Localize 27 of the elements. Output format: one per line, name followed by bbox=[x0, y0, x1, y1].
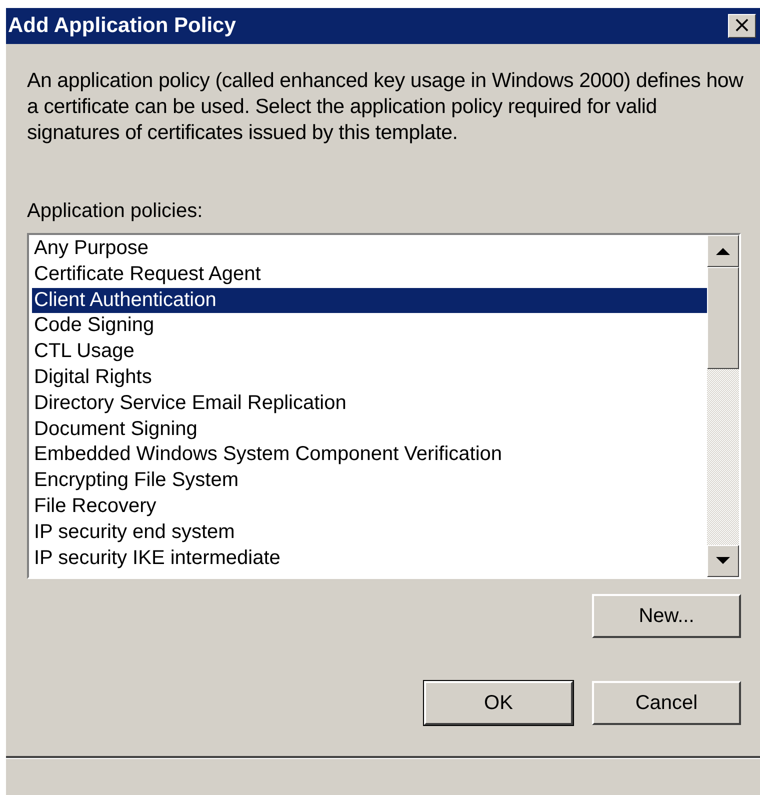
close-button[interactable]: × bbox=[728, 14, 756, 38]
up-arrow-icon bbox=[716, 247, 730, 255]
dialog-button[interactable]: OK bbox=[424, 681, 573, 725]
list-item[interactable]: IP security IKE intermediate bbox=[32, 546, 707, 572]
list-item[interactable]: Directory Service Email Replication bbox=[32, 390, 707, 417]
policy-list[interactable] bbox=[27, 233, 741, 579]
scroll-down-button[interactable] bbox=[707, 545, 739, 577]
list-item[interactable]: Client Authentication bbox=[32, 288, 707, 314]
list-item[interactable]: IP security end system bbox=[32, 520, 707, 546]
scroll-up-button[interactable] bbox=[707, 235, 739, 267]
list-item[interactable]: Digital Rights bbox=[32, 364, 707, 391]
window-title: Add Application Policy bbox=[8, 14, 236, 38]
list-item[interactable]: Document Signing bbox=[32, 416, 707, 442]
dialog-button[interactable]: Cancel bbox=[592, 681, 741, 725]
description-text: An application policy (called enhanced key usage in Windows 2000) defines how a certificate can be used. Select the application policy required for valid signatures of certificates issued by this template. bbox=[27, 68, 744, 146]
list-label: Application policies: bbox=[27, 200, 204, 223]
list-item[interactable]: File Recovery bbox=[32, 494, 707, 520]
list-item[interactable]: Embedded Windows System Component Verification bbox=[32, 442, 707, 468]
list-item[interactable]: Code Signing bbox=[32, 313, 707, 340]
list-item[interactable]: Any Purpose bbox=[32, 236, 707, 262]
new-button[interactable]: New... bbox=[592, 594, 741, 638]
list-item[interactable]: CTL Usage bbox=[32, 339, 707, 365]
down-arrow-icon bbox=[716, 557, 730, 565]
scrollbar[interactable] bbox=[707, 235, 739, 577]
scroll-thumb[interactable] bbox=[707, 267, 739, 369]
list-item[interactable]: Certificate Request Agent bbox=[32, 262, 707, 288]
list-item[interactable]: Encrypting File System bbox=[32, 468, 707, 494]
